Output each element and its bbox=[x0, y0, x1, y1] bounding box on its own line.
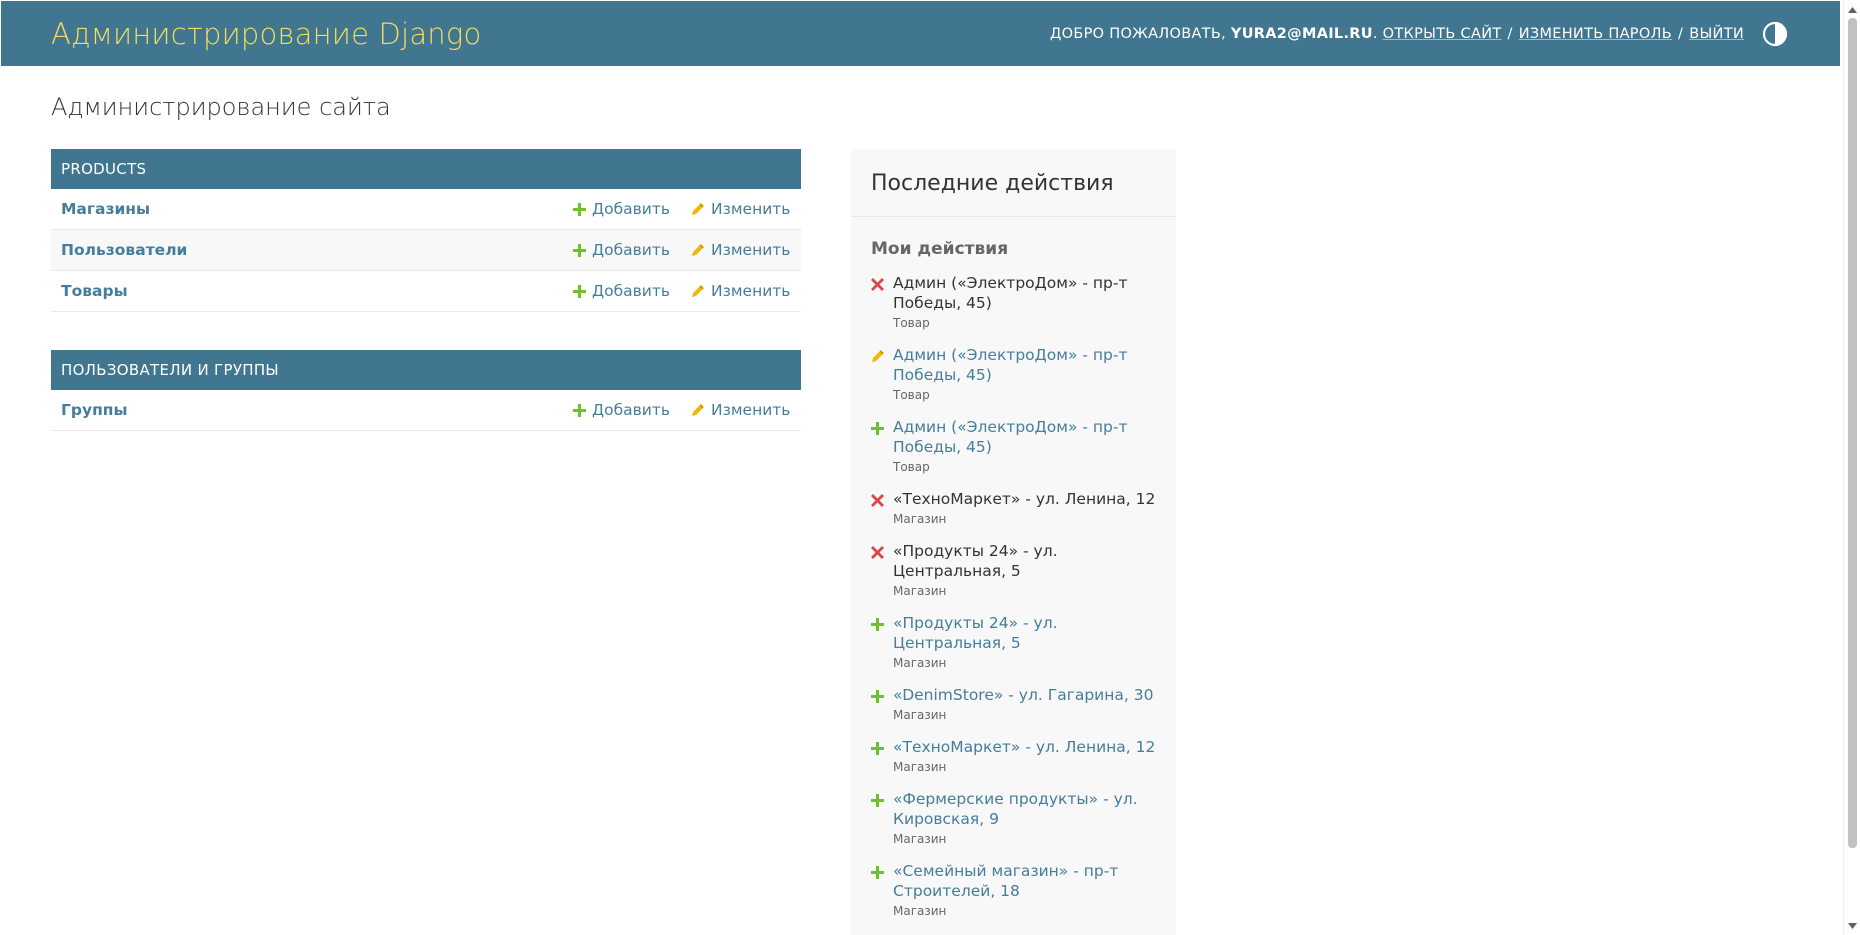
scroll-down-arrow-icon[interactable] bbox=[1847, 920, 1858, 931]
plus-icon bbox=[573, 403, 586, 417]
scrollbar-thumb[interactable] bbox=[1848, 18, 1857, 848]
view-site-link[interactable]: Открыть сайт bbox=[1383, 26, 1502, 42]
site-name[interactable]: Администрирование Django bbox=[51, 17, 481, 51]
cross-icon bbox=[871, 546, 884, 559]
pencil-icon bbox=[692, 203, 704, 215]
model-row: Магазины Добавить Изменить bbox=[51, 189, 801, 230]
plus-icon bbox=[871, 794, 884, 807]
half-circle-icon bbox=[1762, 21, 1788, 46]
action-object-title: «ТехноМаркет» - ул. Ленина, 12 bbox=[893, 490, 1156, 508]
change-link-label: Изменить bbox=[711, 401, 791, 419]
change-password-link[interactable]: Изменить пароль bbox=[1519, 26, 1672, 42]
change-link[interactable]: Изменить bbox=[691, 401, 791, 419]
action-object-link[interactable]: Админ («ЭлектроДом» - пр-т Победы, 45) bbox=[893, 345, 1156, 385]
change-link-label: Изменить bbox=[711, 241, 791, 259]
change-link[interactable]: Изменить bbox=[691, 241, 791, 259]
user-tools: Добро пожаловать, yura2@mail.ru. Открыть… bbox=[1050, 19, 1790, 49]
action-object-link[interactable]: «DenimStore» - ул. Гагарина, 30 bbox=[893, 685, 1156, 705]
model-link[interactable]: Магазины bbox=[61, 200, 573, 218]
action-object-type: Магазин bbox=[893, 708, 947, 722]
list-item: «DenimStore» - ул. Гагарина, 30 Магазин bbox=[871, 685, 1156, 722]
list-item: Админ («ЭлектроДом» - пр-т Победы, 45) То… bbox=[871, 345, 1156, 402]
action-object-link[interactable]: Админ («ЭлектроДом» - пр-т Победы, 45) bbox=[893, 417, 1156, 457]
add-link-label: Добавить bbox=[592, 200, 671, 218]
plus-icon bbox=[871, 422, 884, 435]
plus-icon bbox=[573, 202, 586, 216]
module-caption[interactable]: Пользователи и группы bbox=[51, 350, 801, 390]
action-object-type: Магазин bbox=[893, 512, 947, 526]
list-item: «Продукты 24» - ул. Центральная, 5 Магази… bbox=[871, 613, 1156, 670]
change-link-label: Изменить bbox=[711, 200, 791, 218]
add-link-label: Добавить bbox=[592, 241, 671, 259]
plus-icon bbox=[871, 866, 884, 879]
username: yura2@mail.ru bbox=[1230, 25, 1373, 42]
app-module-auth: Пользователи и группы Группы Добавить Из… bbox=[51, 350, 801, 431]
recent-actions-panel: Последние действия Мои действия Админ («… bbox=[851, 149, 1176, 935]
model-link[interactable]: Товары bbox=[61, 282, 573, 300]
list-item: «ТехноМаркет» - ул. Ленина, 12 Магазин bbox=[871, 489, 1156, 526]
my-actions-title: Мои действия bbox=[871, 239, 1009, 259]
pencil-icon bbox=[692, 285, 704, 297]
action-object-link[interactable]: «Продукты 24» - ул. Центральная, 5 bbox=[893, 613, 1156, 653]
pencil-icon bbox=[872, 350, 884, 362]
plus-icon bbox=[871, 742, 884, 755]
pencil-icon bbox=[692, 244, 704, 256]
welcome-text: Добро пожаловать, bbox=[1049, 25, 1226, 42]
list-item: «Фермерские продукты» - ул. Кировская, 9… bbox=[871, 789, 1156, 846]
pencil-icon bbox=[692, 404, 704, 416]
plus-icon bbox=[573, 243, 586, 257]
action-object-title: «Продукты 24» - ул. Центральная, 5 bbox=[893, 542, 1058, 580]
recent-actions-title: Последние действия bbox=[851, 149, 1176, 217]
action-object-type: Магазин bbox=[893, 656, 947, 670]
action-object-link[interactable]: «Семейный магазин» - пр-т Строителей, 18 bbox=[893, 861, 1156, 901]
module-caption[interactable]: Products bbox=[51, 149, 801, 189]
action-object-type: Магазин bbox=[893, 584, 947, 598]
add-link-label: Добавить bbox=[592, 401, 671, 419]
recent-actions-list: Админ («ЭлектроДом» - пр-т Победы, 45) То… bbox=[851, 273, 1176, 918]
page-title: Администрирование сайта bbox=[51, 93, 391, 121]
model-link[interactable]: Группы bbox=[61, 401, 573, 419]
logout-link[interactable]: Выйти bbox=[1689, 26, 1744, 42]
change-link[interactable]: Изменить bbox=[691, 200, 791, 218]
action-object-link[interactable]: «Фермерские продукты» - ул. Кировская, 9 bbox=[893, 789, 1156, 829]
action-object-type: Товар bbox=[893, 388, 930, 402]
list-item: «ТехноМаркет» - ул. Ленина, 12 Магазин bbox=[871, 737, 1156, 774]
model-row: Пользователи Добавить Изменить bbox=[51, 230, 801, 271]
add-link[interactable]: Добавить bbox=[573, 200, 691, 218]
action-object-title: Админ («ЭлектроДом» - пр-т Победы, 45) bbox=[893, 274, 1128, 312]
list-item: Админ («ЭлектроДом» - пр-т Победы, 45) То… bbox=[871, 273, 1156, 330]
change-link-label: Изменить bbox=[711, 282, 791, 300]
list-item: «Семейный магазин» - пр-т Строителей, 18… bbox=[871, 861, 1156, 918]
add-link[interactable]: Добавить bbox=[573, 401, 691, 419]
cross-icon bbox=[871, 278, 884, 291]
model-row: Группы Добавить Изменить bbox=[51, 390, 801, 431]
scroll-up-arrow-icon[interactable] bbox=[1847, 4, 1858, 15]
cross-icon bbox=[871, 494, 884, 507]
action-object-link[interactable]: «ТехноМаркет» - ул. Ленина, 12 bbox=[893, 737, 1156, 757]
action-object-type: Магазин bbox=[893, 904, 947, 918]
vertical-scrollbar[interactable] bbox=[1843, 0, 1860, 935]
action-object-type: Магазин bbox=[893, 832, 947, 846]
add-link-label: Добавить bbox=[592, 282, 671, 300]
plus-icon bbox=[871, 618, 884, 631]
add-link[interactable]: Добавить bbox=[573, 282, 691, 300]
change-link[interactable]: Изменить bbox=[691, 282, 791, 300]
model-row: Товары Добавить Изменить bbox=[51, 271, 801, 312]
header: Администрирование Django Добро пожаловат… bbox=[1, 1, 1840, 66]
list-item: Админ («ЭлектроДом» - пр-т Победы, 45) То… bbox=[871, 417, 1156, 474]
plus-icon bbox=[573, 284, 586, 298]
list-item: «Продукты 24» - ул. Центральная, 5 Магази… bbox=[871, 541, 1156, 598]
action-object-type: Магазин bbox=[893, 760, 947, 774]
model-link[interactable]: Пользователи bbox=[61, 241, 573, 259]
plus-icon bbox=[871, 690, 884, 703]
app-module-products: Products Магазины Добавить Изменить Поль… bbox=[51, 149, 801, 312]
action-object-type: Товар bbox=[893, 316, 930, 330]
action-object-type: Товар bbox=[893, 460, 930, 474]
add-link[interactable]: Добавить bbox=[573, 241, 691, 259]
theme-toggle-button[interactable] bbox=[1760, 19, 1790, 49]
